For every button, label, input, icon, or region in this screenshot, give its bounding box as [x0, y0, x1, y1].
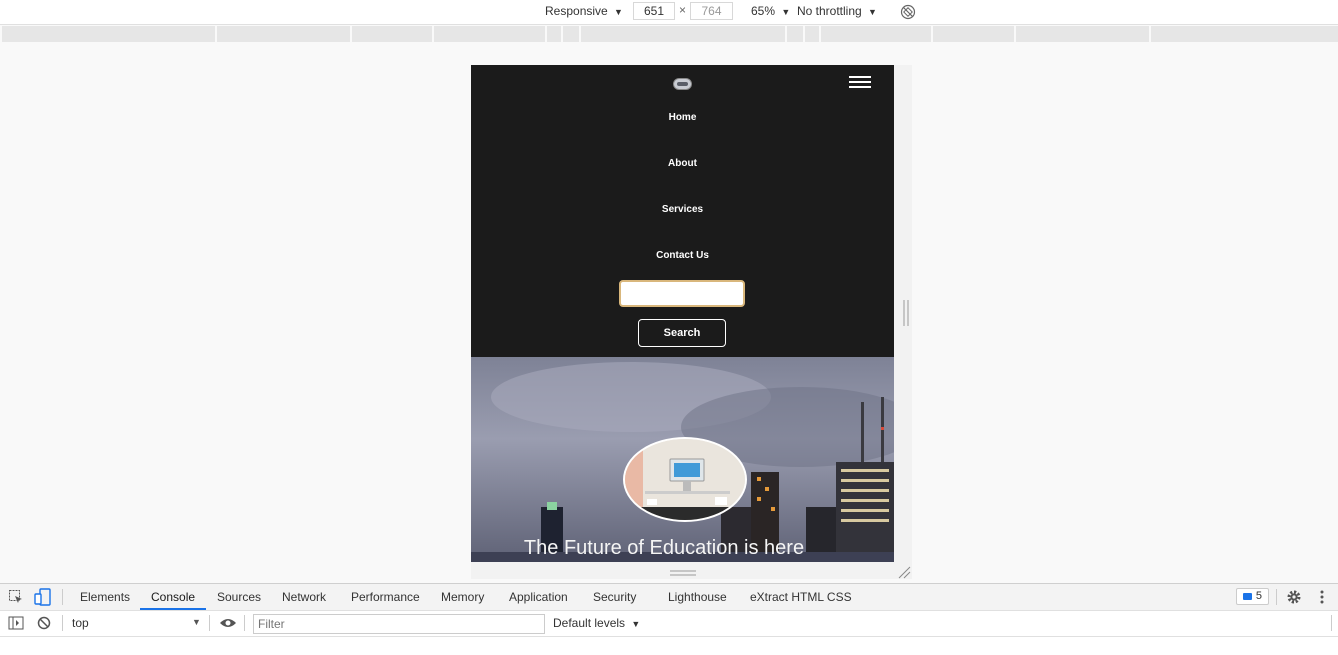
- zoom-label: 65%: [751, 4, 776, 18]
- gear-icon[interactable]: [1286, 589, 1302, 605]
- viewport-height-input[interactable]: 764: [690, 2, 733, 20]
- device-toolbar: Responsive ▼ 651 × 764 65% ▼ No throttli…: [0, 0, 1338, 25]
- tab-lighthouse[interactable]: Lighthouse: [668, 590, 727, 604]
- nav-link-services[interactable]: Services: [471, 204, 894, 215]
- throttling-label: No throttling: [797, 4, 862, 18]
- hero-section: The Future of Education is here: [471, 357, 894, 562]
- devtools-panel: Elements Console Sources Network Perform…: [0, 583, 1338, 655]
- resize-handle-bottom[interactable]: [670, 570, 696, 576]
- tab-console[interactable]: Console: [151, 590, 195, 604]
- rotate-icon[interactable]: [900, 4, 916, 20]
- console-toolbar: top ▼ Default levels ▼: [0, 611, 1338, 637]
- devtools-tabbar: Elements Console Sources Network Perform…: [0, 584, 1338, 611]
- tab-memory[interactable]: Memory: [441, 590, 484, 604]
- clear-console-icon[interactable]: [37, 616, 51, 630]
- media-query-bar[interactable]: [0, 26, 1338, 43]
- tab-security[interactable]: Security: [593, 590, 636, 604]
- tab-application[interactable]: Application: [509, 590, 568, 604]
- tab-extract-html-css[interactable]: eXtract HTML CSS: [750, 590, 852, 604]
- chevron-down-icon: ▼: [614, 7, 623, 17]
- log-levels-label: Default levels: [553, 616, 626, 630]
- times-icon: ×: [679, 3, 687, 17]
- show-console-sidebar-icon[interactable]: [8, 616, 24, 630]
- device-mode-label: Responsive: [545, 4, 608, 18]
- site-logo[interactable]: [673, 78, 692, 90]
- resize-handle-corner[interactable]: [897, 565, 911, 579]
- search-input[interactable]: [619, 280, 745, 307]
- filter-input[interactable]: [253, 614, 545, 634]
- context-select-label[interactable]: top: [72, 616, 89, 630]
- active-tab-indicator: [140, 608, 206, 610]
- tab-network[interactable]: Network: [282, 590, 326, 604]
- tab-sources[interactable]: Sources: [217, 590, 261, 604]
- throttling-select[interactable]: No throttling ▼: [797, 4, 877, 18]
- log-levels-select[interactable]: Default levels ▼: [553, 616, 640, 630]
- tab-performance[interactable]: Performance: [351, 590, 420, 604]
- viewport-width-input[interactable]: 651: [633, 2, 675, 20]
- nav-link-contact-us[interactable]: Contact Us: [471, 250, 894, 261]
- eye-icon[interactable]: [219, 617, 237, 629]
- more-options-icon[interactable]: [1316, 589, 1328, 605]
- chevron-down-icon: ▼: [868, 7, 877, 17]
- chevron-down-icon: ▼: [781, 7, 791, 17]
- hero-circle-image: [623, 437, 747, 522]
- hamburger-menu-icon[interactable]: [849, 76, 871, 90]
- emulated-viewport: Home About Services Contact Us Search Th…: [471, 65, 894, 562]
- nav-link-home[interactable]: Home: [471, 112, 894, 123]
- chevron-down-icon: ▼: [631, 619, 641, 629]
- device-toolbar-toggle-icon[interactable]: [34, 588, 51, 606]
- nav-link-about[interactable]: About: [471, 158, 894, 169]
- chevron-down-icon[interactable]: ▼: [192, 617, 201, 627]
- resize-handle-right[interactable]: [903, 300, 909, 326]
- search-button[interactable]: Search: [638, 319, 726, 347]
- issues-badge[interactable]: 5: [1236, 588, 1269, 605]
- device-mode-select[interactable]: Responsive ▼: [545, 4, 623, 18]
- tab-elements[interactable]: Elements: [80, 590, 130, 604]
- zoom-select[interactable]: 65% ▼: [751, 4, 790, 18]
- inspect-element-icon[interactable]: [8, 589, 24, 605]
- hero-title: The Future of Education is here: [523, 537, 805, 559]
